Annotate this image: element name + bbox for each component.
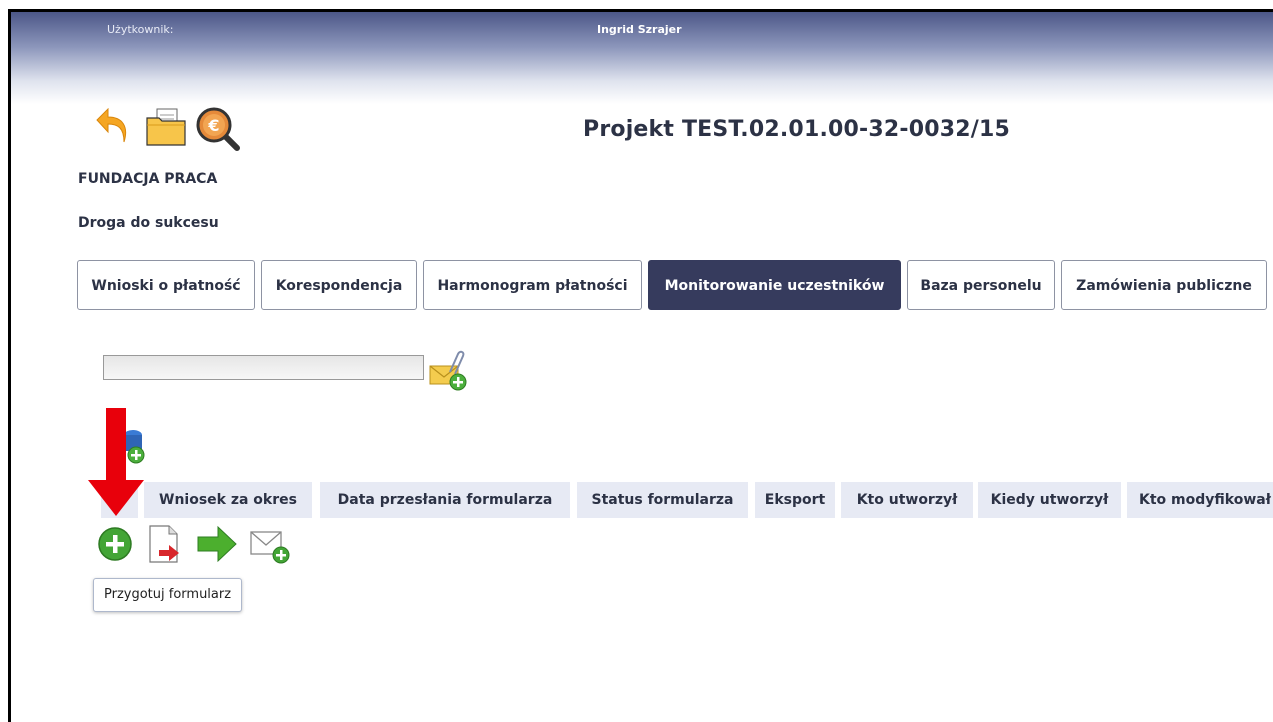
tab-wnioski-o-platnosc[interactable]: Wnioski o płatność (77, 260, 255, 310)
project-title: Projekt TEST.02.01.00-32-0032/15 (583, 117, 1010, 142)
search-input[interactable] (103, 355, 424, 380)
export-document-icon[interactable] (147, 524, 183, 564)
application-frame: Użytkownik: Ingrid Szrajer € Projekt TES… (0, 0, 1273, 722)
column-header-kiedy-utworzyl[interactable]: Kiedy utworzył (978, 482, 1121, 518)
tab-monitorowanie-uczestnikow[interactable]: Monitorowanie uczestników (648, 260, 901, 310)
column-header-wniosek-za-okres[interactable]: Wniosek za okres (144, 482, 312, 518)
tab-harmonogram-platnosci[interactable]: Harmonogram płatności (423, 260, 642, 310)
euro-search-icon[interactable]: € (195, 106, 241, 152)
folder-icon[interactable] (145, 106, 187, 148)
tab-zamowienia-publiczne[interactable]: Zamówienia publiczne (1061, 260, 1267, 310)
column-header-kto-utworzyl[interactable]: Kto utworzył (841, 482, 973, 518)
forward-arrow-icon[interactable] (196, 525, 238, 563)
tooltip-prepare-form: Przygotuj formularz (93, 578, 243, 612)
mail-add-icon[interactable] (248, 527, 292, 565)
add-circle-icon[interactable] (97, 526, 133, 562)
back-arrow-icon[interactable] (94, 107, 132, 146)
top-header-bar: Użytkownik: Ingrid Szrajer (11, 12, 1273, 104)
tab-korespondencja[interactable]: Korespondencja (261, 260, 417, 310)
column-header-eksport[interactable]: Eksport (755, 482, 835, 518)
svg-text:€: € (207, 116, 219, 135)
tab-baza-personelu[interactable]: Baza personelu (907, 260, 1055, 310)
user-name: Ingrid Szrajer (597, 23, 682, 36)
column-header-data-przeslania[interactable]: Data przesłania formularza (320, 482, 570, 518)
attach-mail-add-icon[interactable] (428, 350, 470, 392)
user-label: Użytkownik: (107, 23, 174, 36)
column-header-kto-modyfikowal[interactable]: Kto modyfikował (1127, 482, 1273, 518)
annotation-arrow-icon (88, 408, 144, 518)
project-name: Droga do sukcesu (78, 215, 219, 231)
column-header-status-formularza[interactable]: Status formularza (577, 482, 748, 518)
organization-name: FUNDACJA PRACA (78, 171, 218, 187)
